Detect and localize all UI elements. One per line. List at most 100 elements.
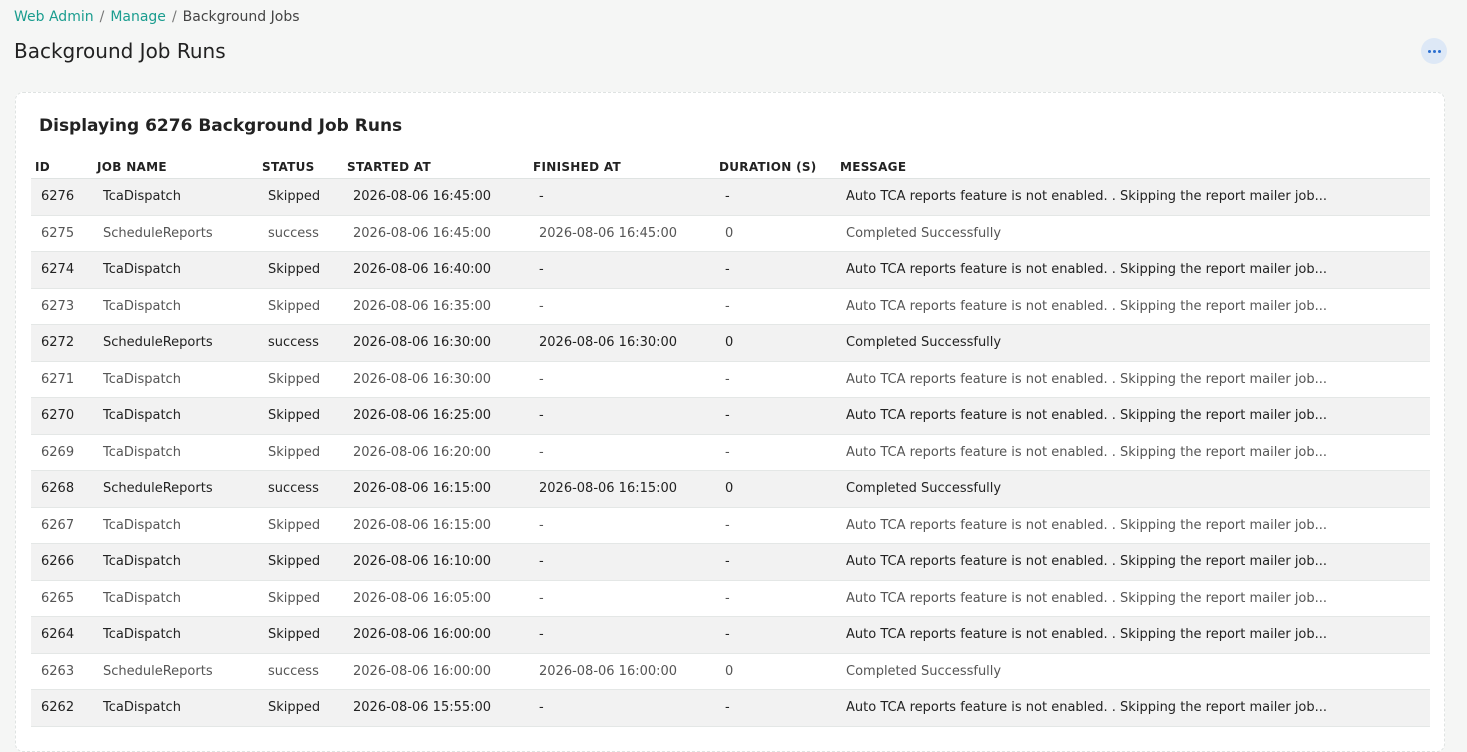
cell-id: 6268 xyxy=(31,470,93,508)
cell-duration: - xyxy=(715,689,836,727)
table-body: 6276 TcaDispatch Skipped 2026-08-06 16:45:0… xyxy=(31,178,1430,727)
cell-finished-at: 2026-08-06 16:30:00 xyxy=(529,324,715,362)
cell-job-name: ScheduleReports xyxy=(93,653,258,690)
table-row[interactable]: 6272 ScheduleReports success 2026-08-06 16:… xyxy=(31,324,1430,362)
table-row[interactable]: 6270 TcaDispatch Skipped 2026-08-06 16:25:0… xyxy=(31,397,1430,435)
cell-duration: - xyxy=(715,397,836,435)
cell-message: Auto TCA reports feature is not enabled.… xyxy=(836,251,1430,289)
cell-id: 6262 xyxy=(31,689,93,727)
cell-finished-at: 2026-08-06 16:15:00 xyxy=(529,470,715,508)
cell-started-at: 2026-08-06 16:25:00 xyxy=(343,397,529,435)
table-row[interactable]: 6271 TcaDispatch Skipped 2026-08-06 16:30:0… xyxy=(31,361,1430,398)
cell-started-at: 2026-08-06 16:15:00 xyxy=(343,507,529,544)
cell-started-at: 2026-08-06 16:00:00 xyxy=(343,653,529,690)
cell-duration: - xyxy=(715,178,836,216)
cell-message: Auto TCA reports feature is not enabled.… xyxy=(836,580,1430,617)
cell-duration: - xyxy=(715,251,836,289)
cell-job-name: TcaDispatch xyxy=(93,507,258,544)
cell-job-name: TcaDispatch xyxy=(93,288,258,325)
column-header-job-name[interactable]: JOB NAME xyxy=(93,156,258,179)
cell-status: Skipped xyxy=(258,580,343,617)
cell-id: 6275 xyxy=(31,215,93,252)
table-row[interactable]: 6273 TcaDispatch Skipped 2026-08-06 16:35:0… xyxy=(31,288,1430,325)
column-header-message[interactable]: MESSAGE xyxy=(836,156,1430,179)
cell-duration: - xyxy=(715,288,836,325)
cell-id: 6266 xyxy=(31,543,93,581)
cell-id: 6273 xyxy=(31,288,93,325)
cell-started-at: 2026-08-06 16:20:00 xyxy=(343,434,529,471)
breadcrumb-separator: / xyxy=(99,9,105,25)
column-header-status[interactable]: STATUS xyxy=(258,156,343,179)
cell-finished-at: - xyxy=(529,361,715,398)
cell-id: 6269 xyxy=(31,434,93,471)
cell-id: 6264 xyxy=(31,616,93,654)
cell-status: success xyxy=(258,653,343,690)
table-row[interactable]: 6269 TcaDispatch Skipped 2026-08-06 16:20:0… xyxy=(31,434,1430,471)
cell-started-at: 2026-08-06 16:30:00 xyxy=(343,324,529,362)
cell-started-at: 2026-08-06 16:45:00 xyxy=(343,178,529,216)
cell-duration: 0 xyxy=(715,470,836,508)
breadcrumb-link-web-admin[interactable]: Web Admin xyxy=(14,9,94,25)
cell-id: 6270 xyxy=(31,397,93,435)
cell-message: Completed Successfully xyxy=(836,215,1430,252)
cell-message: Auto TCA reports feature is not enabled.… xyxy=(836,543,1430,581)
column-header-finished-at[interactable]: FINISHED AT xyxy=(529,156,715,179)
cell-id: 6265 xyxy=(31,580,93,617)
cell-finished-at: - xyxy=(529,543,715,581)
cell-status: Skipped xyxy=(258,361,343,398)
cell-status: Skipped xyxy=(258,397,343,435)
table-row[interactable]: 6265 TcaDispatch Skipped 2026-08-06 16:05:0… xyxy=(31,580,1430,617)
cell-duration: - xyxy=(715,580,836,617)
cell-started-at: 2026-08-06 16:45:00 xyxy=(343,215,529,252)
cell-started-at: 2026-08-06 16:10:00 xyxy=(343,543,529,581)
cell-id: 6274 xyxy=(31,251,93,289)
cell-started-at: 2026-08-06 16:35:00 xyxy=(343,288,529,325)
cell-job-name: ScheduleReports xyxy=(93,215,258,252)
table-row[interactable]: 6267 TcaDispatch Skipped 2026-08-06 16:15:0… xyxy=(31,507,1430,544)
table-row[interactable]: 6274 TcaDispatch Skipped 2026-08-06 16:40:0… xyxy=(31,251,1430,289)
cell-job-name: TcaDispatch xyxy=(93,580,258,617)
table-row[interactable]: 6263 ScheduleReports success 2026-08-06 16:… xyxy=(31,653,1430,690)
card-title: Displaying 6276 Background Job Runs xyxy=(39,116,403,136)
table-row[interactable]: 6275 ScheduleReports success 2026-08-06 16:… xyxy=(31,215,1430,252)
cell-status: Skipped xyxy=(258,288,343,325)
table-row[interactable]: 6268 ScheduleReports success 2026-08-06 16:… xyxy=(31,470,1430,508)
cell-message: Auto TCA reports feature is not enabled.… xyxy=(836,397,1430,435)
cell-duration: 0 xyxy=(715,324,836,362)
breadcrumb: Web Admin / Manage / Background Jobs xyxy=(14,7,300,27)
cell-status: Skipped xyxy=(258,689,343,727)
cell-duration: - xyxy=(715,361,836,398)
column-header-id[interactable]: ID xyxy=(31,156,93,179)
cell-finished-at: - xyxy=(529,397,715,435)
cell-finished-at: - xyxy=(529,580,715,617)
cell-id: 6276 xyxy=(31,178,93,216)
cell-status: success xyxy=(258,215,343,252)
cell-job-name: TcaDispatch xyxy=(93,434,258,471)
breadcrumb-current: Background Jobs xyxy=(182,9,300,25)
column-header-started-at[interactable]: STARTED AT xyxy=(343,156,529,179)
cell-message: Completed Successfully xyxy=(836,653,1430,690)
cell-job-name: TcaDispatch xyxy=(93,543,258,581)
table-row[interactable]: 6262 TcaDispatch Skipped 2026-08-06 15:55:0… xyxy=(31,689,1430,727)
cell-finished-at: - xyxy=(529,689,715,727)
cell-duration: - xyxy=(715,507,836,544)
more-actions-button[interactable] xyxy=(1421,38,1447,64)
job-runs-card: Displaying 6276 Background Job Runs ID J… xyxy=(15,92,1445,752)
cell-status: Skipped xyxy=(258,543,343,581)
breadcrumb-link-manage[interactable]: Manage xyxy=(110,9,166,25)
column-header-duration[interactable]: DURATION (S) xyxy=(715,156,836,179)
table-row[interactable]: 6276 TcaDispatch Skipped 2026-08-06 16:45:0… xyxy=(31,178,1430,216)
cell-message: Auto TCA reports feature is not enabled.… xyxy=(836,434,1430,471)
table-header-row: ID JOB NAME STATUS STARTED AT FINISHED A… xyxy=(31,156,1430,179)
cell-status: Skipped xyxy=(258,507,343,544)
cell-status: success xyxy=(258,470,343,508)
cell-message: Auto TCA reports feature is not enabled.… xyxy=(836,178,1430,216)
table-row[interactable]: 6264 TcaDispatch Skipped 2026-08-06 16:00:0… xyxy=(31,616,1430,654)
cell-message: Auto TCA reports feature is not enabled.… xyxy=(836,616,1430,654)
ellipsis-horizontal-icon xyxy=(1427,49,1441,53)
cell-message: Completed Successfully xyxy=(836,324,1430,362)
cell-status: Skipped xyxy=(258,178,343,216)
cell-job-name: TcaDispatch xyxy=(93,251,258,289)
cell-message: Auto TCA reports feature is not enabled.… xyxy=(836,689,1430,727)
table-row[interactable]: 6266 TcaDispatch Skipped 2026-08-06 16:10:0… xyxy=(31,543,1430,581)
